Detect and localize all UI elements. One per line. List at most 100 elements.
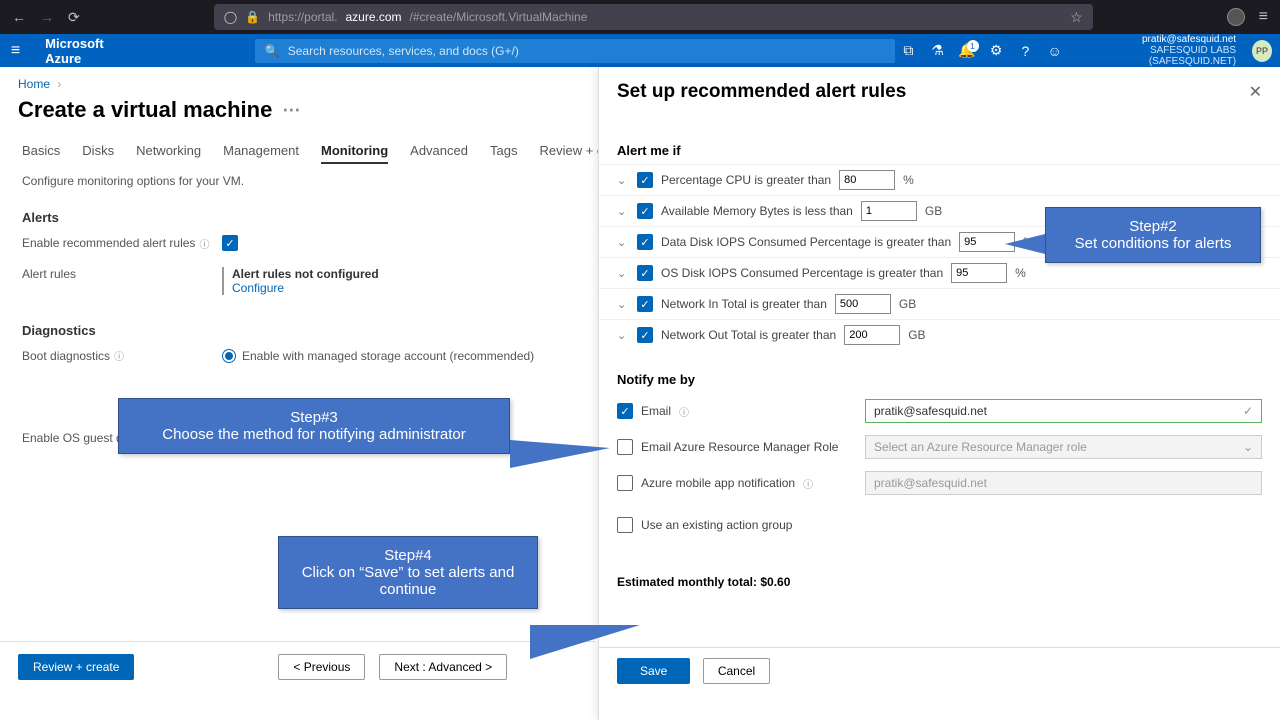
notify-email-field[interactable]: pratik@safesquid.net ✓ xyxy=(865,399,1262,423)
condition-input[interactable] xyxy=(861,201,917,221)
callout-tail xyxy=(530,625,640,659)
lock-icon: 🔒 xyxy=(245,10,260,24)
condition-checkbox[interactable]: ✓ xyxy=(637,203,653,219)
condition-unit: GB xyxy=(908,328,925,342)
search-icon: 🔍 xyxy=(265,44,280,58)
notify-arm-checkbox[interactable] xyxy=(617,439,633,455)
estimated-total: Estimated monthly total: $0.60 xyxy=(599,565,1280,595)
condition-input[interactable] xyxy=(951,263,1007,283)
search-input[interactable]: 🔍 Search resources, services, and docs (… xyxy=(255,39,895,63)
condition-checkbox[interactable]: ✓ xyxy=(637,296,653,312)
reload-icon[interactable]: ⟳ xyxy=(68,9,80,26)
chevron-down-icon[interactable]: ⌄ xyxy=(617,205,629,218)
condition-checkbox[interactable]: ✓ xyxy=(637,172,653,188)
callout-step4: Step#4 Click on “Save” to set alerts and… xyxy=(278,536,538,609)
enable-recommended-checkbox[interactable]: ✓ xyxy=(222,235,238,251)
tab-networking[interactable]: Networking xyxy=(136,139,201,164)
tab-basics[interactable]: Basics xyxy=(22,139,60,164)
bell-icon[interactable]: 🔔1 xyxy=(953,42,980,59)
chevron-down-icon[interactable]: ⌄ xyxy=(617,267,629,280)
condition-input[interactable] xyxy=(835,294,891,314)
condition-label: Network In Total is greater than xyxy=(661,297,827,311)
notify-heading: Notify me by xyxy=(599,372,1280,393)
condition-input[interactable] xyxy=(839,170,895,190)
condition-row: ⌄✓Network In Total is greater thanGB xyxy=(599,288,1280,319)
callout-step3-title: Step#3 xyxy=(133,409,495,426)
configure-link[interactable]: Configure xyxy=(232,281,379,295)
notify-email-checkbox[interactable]: ✓ xyxy=(617,403,633,419)
hamburger-icon[interactable]: ≡ xyxy=(0,42,31,60)
bookmark-icon[interactable]: ☆ xyxy=(1070,9,1083,26)
condition-label: Percentage CPU is greater than xyxy=(661,173,831,187)
notify-email-value: pratik@safesquid.net xyxy=(874,404,987,418)
condition-row: ⌄✓Network Out Total is greater thanGB xyxy=(599,319,1280,350)
cloud-shell-icon[interactable]: ⧉ xyxy=(895,42,922,59)
alert-rules-label: Alert rules xyxy=(22,267,222,281)
condition-unit: % xyxy=(1015,266,1026,280)
tab-disks[interactable]: Disks xyxy=(82,139,114,164)
footer-bar: Review + create < Previous Next : Advanc… xyxy=(0,641,595,692)
address-bar[interactable]: ◯ 🔒 https://portal.azure.com/#create/Mic… xyxy=(214,4,1093,30)
notify-mobile-placeholder: pratik@safesquid.net xyxy=(874,476,987,490)
help-icon[interactable]: ? xyxy=(1012,43,1039,59)
condition-checkbox[interactable]: ✓ xyxy=(637,234,653,250)
callout-step3: Step#3 Choose the method for notifying a… xyxy=(118,398,510,454)
info-icon[interactable]: ⓘ xyxy=(803,476,813,491)
chevron-down-icon: ⌄ xyxy=(1243,440,1253,454)
feedback-icon[interactable]: ☺ xyxy=(1041,43,1068,59)
chevron-down-icon[interactable]: ⌄ xyxy=(617,236,629,249)
forward-icon[interactable]: → xyxy=(40,9,54,26)
more-icon[interactable]: ⋯ xyxy=(282,100,300,121)
notify-mobile-checkbox[interactable] xyxy=(617,475,633,491)
condition-unit: % xyxy=(903,173,914,187)
menu-icon[interactable]: ≡ xyxy=(1259,8,1268,26)
filter-icon[interactable]: ⚗ xyxy=(924,42,951,59)
tab-monitoring[interactable]: Monitoring xyxy=(321,139,388,164)
save-button[interactable]: Save xyxy=(617,658,690,684)
bell-badge: 1 xyxy=(967,40,979,52)
info-icon[interactable]: ⓘ xyxy=(679,404,689,419)
url-prefix: https://portal. xyxy=(268,10,337,24)
existing-group-checkbox[interactable] xyxy=(617,517,633,533)
callout-tail xyxy=(1005,234,1045,254)
condition-label: Available Memory Bytes is less than xyxy=(661,204,853,218)
callout-step4-body: Click on “Save” to set alerts and contin… xyxy=(293,564,523,598)
tab-tags[interactable]: Tags xyxy=(490,139,517,164)
page-title: Create a virtual machine xyxy=(18,97,272,123)
breadcrumb-home[interactable]: Home xyxy=(18,77,50,91)
previous-button[interactable]: < Previous xyxy=(278,654,365,680)
alert-rules-panel: Set up recommended alert rules ✕ Alert m… xyxy=(598,67,1280,720)
condition-checkbox[interactable]: ✓ xyxy=(637,265,653,281)
user-block[interactable]: pratik@safesquid.net SAFESQUID LABS (SAF… xyxy=(1070,34,1242,67)
user-org: SAFESQUID LABS (SAFESQUID.NET) xyxy=(1076,45,1236,67)
info-icon[interactable]: ⓘ xyxy=(199,236,209,251)
alert-me-heading: Alert me if xyxy=(599,143,1280,164)
avatar[interactable]: PP xyxy=(1252,40,1272,62)
tab-management[interactable]: Management xyxy=(223,139,299,164)
review-create-button[interactable]: Review + create xyxy=(18,654,134,680)
close-icon[interactable]: ✕ xyxy=(1249,82,1262,102)
user-email: pratik@safesquid.net xyxy=(1076,34,1236,45)
chevron-down-icon[interactable]: ⌄ xyxy=(617,329,629,342)
callout-step2: Step#2 Set conditions for alerts xyxy=(1045,207,1261,263)
notify-arm-placeholder: Select an Azure Resource Manager role xyxy=(874,440,1087,454)
chevron-down-icon[interactable]: ⌄ xyxy=(617,174,629,187)
check-icon: ✓ xyxy=(1243,404,1253,418)
next-button[interactable]: Next : Advanced > xyxy=(379,654,507,680)
tab-advanced[interactable]: Advanced xyxy=(410,139,468,164)
back-icon[interactable]: ← xyxy=(12,9,26,26)
chevron-down-icon[interactable]: ⌄ xyxy=(617,298,629,311)
boot-diag-radio[interactable] xyxy=(222,349,236,363)
callout-step3-body: Choose the method for notifying administ… xyxy=(133,426,495,443)
nav-arrows: ← → ⟳ xyxy=(12,9,80,26)
enable-recommended-label: Enable recommended alert rules xyxy=(22,236,195,250)
gear-icon[interactable]: ⚙ xyxy=(983,42,1010,59)
profile-icon[interactable] xyxy=(1227,8,1245,26)
condition-input[interactable] xyxy=(844,325,900,345)
callout-step2-body: Set conditions for alerts xyxy=(1060,235,1246,252)
boot-diag-option: Enable with managed storage account (rec… xyxy=(242,349,534,363)
info-icon[interactable]: ⓘ xyxy=(114,348,124,363)
condition-label: OS Disk IOPS Consumed Percentage is grea… xyxy=(661,266,943,280)
cancel-button[interactable]: Cancel xyxy=(703,658,770,684)
condition-checkbox[interactable]: ✓ xyxy=(637,327,653,343)
